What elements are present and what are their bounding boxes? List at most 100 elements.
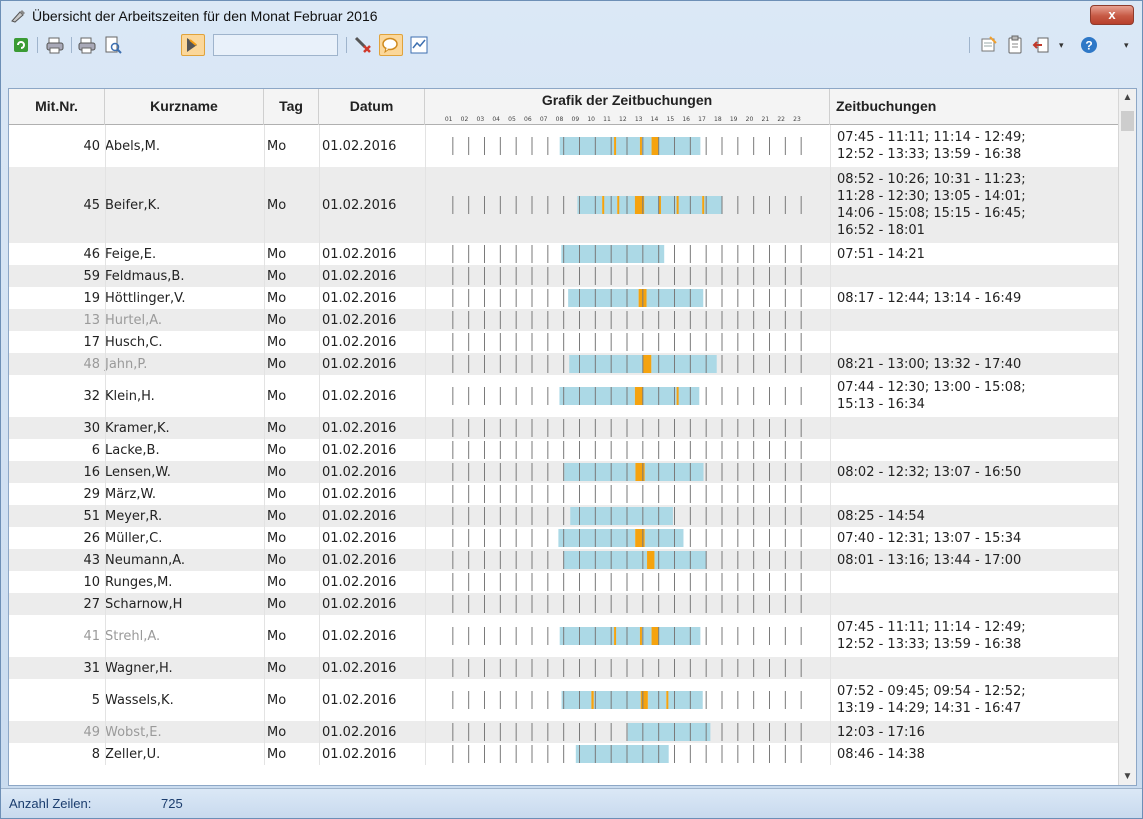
header-name[interactable]: Kurzname (105, 89, 264, 125)
column-divider (319, 483, 320, 505)
header-zeit[interactable]: Zeitbuchungen (830, 89, 1119, 125)
column-divider (105, 593, 106, 615)
column-divider (319, 439, 320, 461)
cell-name: Strehl,A. (105, 628, 161, 644)
table-row[interactable]: 59 Feldmaus,B. Mo 01.02.2016 (9, 265, 1119, 287)
filter-remove-icon[interactable] (353, 35, 373, 55)
exit-dropdown-icon[interactable]: ▾ (1059, 40, 1064, 51)
cell-datum: 01.02.2016 (322, 356, 397, 372)
highlight-icon[interactable] (181, 34, 205, 56)
cell-name: Höttlinger,V. (105, 290, 186, 306)
print-setup-icon[interactable] (77, 35, 97, 55)
time-graph (452, 311, 802, 329)
print-icon[interactable] (45, 35, 65, 55)
help-dropdown-icon[interactable]: ▾ (1124, 40, 1129, 51)
break-bar (702, 196, 705, 214)
column-divider (830, 375, 831, 417)
table-row[interactable]: 31 Wagner,H. Mo 01.02.2016 (9, 657, 1119, 679)
column-divider (105, 549, 106, 571)
table-row[interactable]: 49 Wobst,E. Mo 01.02.2016 12:03 - 17:16 (9, 721, 1119, 743)
break-bar (591, 691, 594, 709)
cell-datum: 01.02.2016 (322, 312, 397, 328)
scroll-up-icon[interactable]: ▲ (1119, 89, 1136, 106)
table-row[interactable]: 8 Zeller,U. Mo 01.02.2016 08:46 - 14:38 (9, 743, 1119, 765)
table-row[interactable]: 40 Abels,M. Mo 01.02.2016 07:45 - 11:11; 11:… (9, 125, 1119, 167)
table-row[interactable]: 48 Jahn,P. Mo 01.02.2016 08:21 - 13:00; 13:3… (9, 353, 1119, 375)
table-row[interactable]: 46 Feige,E. Mo 01.02.2016 07:51 - 14:21 (9, 243, 1119, 265)
cell-nr: 46 (83, 246, 100, 262)
header-grafik[interactable]: Grafik der Zeitbuchungen 01 02 03 04 05 06 07 0… (425, 89, 830, 125)
table-row[interactable]: 41 Strehl,A. Mo 01.02.2016 07:45 - 11:11; 11… (9, 615, 1119, 657)
break-bar (666, 691, 669, 709)
table-row[interactable]: 13 Hurtel,A. Mo 01.02.2016 (9, 309, 1119, 331)
column-divider (425, 571, 426, 593)
column-divider (105, 353, 106, 375)
close-button[interactable]: x (1090, 5, 1134, 25)
column-divider (264, 615, 265, 657)
cell-zeitbuchungen: 08:17 - 12:44; 13:14 - 16:49 (837, 290, 1022, 306)
booking-bar (603, 196, 618, 214)
column-divider (319, 549, 320, 571)
table-row[interactable]: 43 Neumann,A. Mo 01.02.2016 08:01 - 13:16; 1… (9, 549, 1119, 571)
cell-datum: 01.02.2016 (322, 486, 397, 502)
booking-bar (559, 627, 615, 645)
table-row[interactable]: 10 Runges,M. Mo 01.02.2016 (9, 571, 1119, 593)
column-divider (425, 353, 426, 375)
cell-grafik (425, 125, 830, 167)
column-divider (830, 743, 831, 765)
table-row[interactable]: 29 März,W. Mo 01.02.2016 (9, 483, 1119, 505)
table-row[interactable]: 5 Wassels,K. Mo 01.02.2016 07:52 - 09:45; 09… (9, 679, 1119, 721)
clipboard-icon[interactable] (1005, 35, 1025, 55)
row-count-label: Anzahl Zeilen: (9, 796, 92, 811)
column-divider (105, 375, 106, 417)
cell-datum: 01.02.2016 (322, 660, 397, 676)
column-divider (319, 243, 320, 265)
column-divider (830, 657, 831, 679)
cell-datum: 01.02.2016 (322, 596, 397, 612)
column-divider (319, 657, 320, 679)
column-divider (319, 593, 320, 615)
scroll-thumb[interactable] (1121, 111, 1134, 131)
table-row[interactable]: 27 Scharnow,H Mo 01.02.2016 (9, 593, 1119, 615)
cell-zeitbuchungen: 12:03 - 17:16 (837, 724, 925, 740)
time-graph (452, 463, 802, 481)
table-row[interactable]: 30 Kramer,K. Mo 01.02.2016 (9, 417, 1119, 439)
header-tag[interactable]: Tag (264, 89, 319, 125)
table-row[interactable]: 16 Lensen,W. Mo 01.02.2016 08:02 - 12:32; 13… (9, 461, 1119, 483)
column-divider (105, 265, 106, 287)
cell-zeitbuchungen (837, 439, 1117, 461)
break-bar (642, 355, 652, 373)
cell-grafik (425, 679, 830, 721)
cell-zeitbuchungen (837, 483, 1117, 505)
search-input[interactable] (213, 34, 338, 56)
table-row[interactable]: 51 Meyer,R. Mo 01.02.2016 08:25 - 14:54 (9, 505, 1119, 527)
cell-datum: 01.02.2016 (322, 268, 397, 284)
vertical-scrollbar[interactable]: ▲ ▼ (1118, 89, 1136, 785)
exit-icon[interactable] (1031, 35, 1051, 55)
table-row[interactable]: 32 Klein,H. Mo 01.02.2016 07:44 - 12:30; 13:… (9, 375, 1119, 417)
preview-icon[interactable] (103, 35, 123, 55)
comment-icon[interactable] (379, 34, 403, 56)
cell-name: Neumann,A. (105, 552, 185, 568)
break-bar (651, 627, 659, 645)
chart-icon[interactable] (409, 35, 429, 55)
refresh-icon[interactable] (11, 35, 31, 55)
break-bar (651, 137, 659, 155)
table-row[interactable]: 26 Müller,C. Mo 01.02.2016 07:40 - 12:31; 13… (9, 527, 1119, 549)
help-icon[interactable]: ? (1079, 35, 1099, 55)
cell-nr: 51 (83, 508, 100, 524)
cell-grafik (425, 331, 830, 353)
table-row[interactable]: 45 Beifer,K. Mo 01.02.2016 08:52 - 10:26; 10… (9, 167, 1119, 243)
header-nr[interactable]: Mit.Nr. (9, 89, 105, 125)
export-icon[interactable] (979, 35, 999, 55)
column-divider (425, 527, 426, 549)
table-row[interactable]: 19 Höttlinger,V. Mo 01.02.2016 08:17 - 12:44… (9, 287, 1119, 309)
header-datum[interactable]: Datum (319, 89, 425, 125)
cell-zeitbuchungen: 07:40 - 12:31; 13:07 - 15:34 (837, 530, 1022, 546)
booking-bar (564, 463, 636, 481)
table-row[interactable]: 6 Lacke,B. Mo 01.02.2016 (9, 439, 1119, 461)
table-row[interactable]: 17 Husch,C. Mo 01.02.2016 (9, 331, 1119, 353)
column-divider (830, 439, 831, 461)
column-divider (105, 571, 106, 593)
scroll-down-icon[interactable]: ▼ (1119, 768, 1136, 785)
